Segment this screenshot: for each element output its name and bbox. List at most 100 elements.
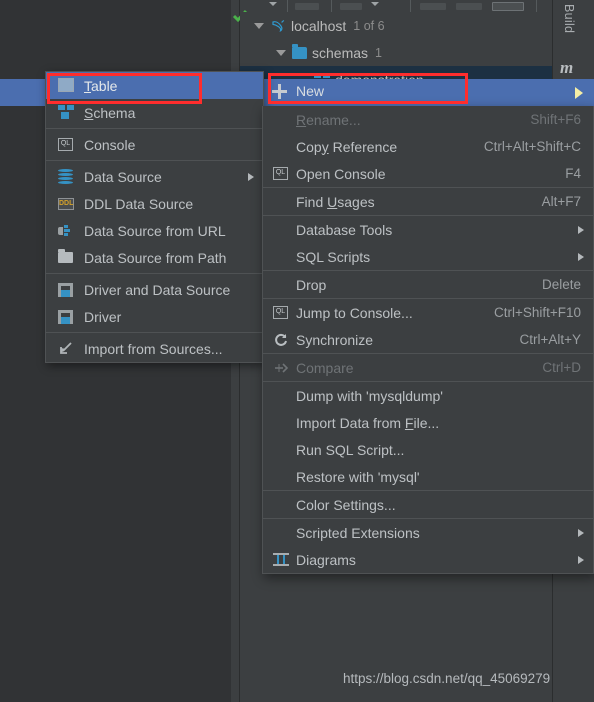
ddl-icon: DDL [58,195,75,212]
chevron-right-icon [248,173,254,181]
tree-row[interactable]: schemas 1 [240,39,552,66]
context-menu-item-restore-with-mysql[interactable]: Restore with 'mysql' [263,463,593,490]
submenu-item-import-from-sources[interactable]: Import from Sources... [46,335,263,362]
submenu-item-console[interactable]: QL Console [46,131,263,158]
submenu-item-label: Console [84,136,136,153]
context-menu-item-compare[interactable]: Compare Ctrl+D [263,354,593,381]
plug-icon [58,222,75,239]
submenu-item-driver-and-data-source[interactable]: Driver and Data Source [46,276,263,303]
no-icon-placeholder [273,441,290,458]
tool-window-badge: m [560,58,574,77]
context-menu-item-import-data-from-file[interactable]: Import Data from File... [263,409,593,436]
plus-icon [272,84,287,99]
submenu-item-label: Import from Sources... [84,340,223,357]
context-menu-item-label: Drop [296,276,327,293]
context-menu[interactable]: Rename... Shift+F6 Copy Reference Ctrl+A… [262,106,594,574]
context-menu-item-synchronize[interactable]: Synchronize Ctrl+Alt+Y [263,326,593,353]
toolbar-button-5[interactable] [492,2,524,11]
tool-window-build-label[interactable]: Build [558,4,576,33]
toolbar-button-2[interactable] [340,3,362,10]
context-menu-item-shortcut: Ctrl+Shift+F10 [493,305,581,320]
context-menu-item-shortcut: Delete [541,277,581,292]
toolbar-button-1[interactable] [295,3,319,10]
context-menu-item-shortcut: Ctrl+D [542,360,581,375]
chevron-right-icon [575,87,583,99]
context-menu-item-label: Import Data from File... [296,414,440,431]
submenu-item-label: Data Source [84,168,162,185]
context-menu-item-label: Dump with 'mysqldump' [296,387,443,404]
toolbar-separator-2 [331,0,332,12]
context-menu-item-open-console[interactable]: QL Open Console F4 [263,160,593,187]
toolbar-caret-icon-1[interactable] [269,2,277,6]
no-icon-placeholder [273,276,290,293]
console-icon: QL [273,165,290,182]
submenu-item-label: Schema [84,104,136,121]
context-menu-item-label: Find Usages [296,193,375,210]
toolbar-separator-3 [410,0,411,12]
context-menu-item-label: Scripted Extensions [296,524,420,541]
context-menu-item-shortcut: Shift+F6 [530,112,581,127]
context-menu-item-label: Rename... [296,111,361,128]
context-menu-item-find-usages[interactable]: Find Usages Alt+F7 [263,188,593,215]
context-menu-item-scripted-extensions[interactable]: Scripted Extensions [263,519,593,546]
submenu-separator [46,332,263,333]
submenu-item-driver[interactable]: Driver [46,303,263,330]
submenu-item-data-source-from-path[interactable]: Data Source from Path [46,244,263,271]
context-menu-item-shortcut: Ctrl+Alt+Shift+C [483,139,581,154]
submenu-item-table[interactable]: Table [46,72,263,99]
tree-row[interactable]: localhost 1 of 6 [240,12,552,39]
screen-root: localhost 1 of 6 schemas 1 demonstration… [0,0,594,702]
context-menu-item-diagrams[interactable]: Diagrams [263,546,593,573]
context-menu-item-run-sql-script[interactable]: Run SQL Script... [263,436,593,463]
context-menu-item-label: Diagrams [296,551,356,568]
submenu-item-label: Data Source from Path [84,249,227,266]
submenu-item-label: Driver [84,308,122,325]
submenu-item-label: Data Source from URL [84,222,226,239]
context-menu-item-label: Color Settings... [296,496,396,513]
context-menu-item-drop[interactable]: Drop Delete [263,271,593,298]
folder-icon [292,43,307,59]
chevron-right-icon [578,226,584,234]
toolbar-button-3[interactable] [420,3,446,10]
context-menu-item-label: Synchronize [296,331,374,348]
context-menu-item-label: Copy Reference [296,138,398,155]
submenu-separator [46,128,263,129]
context-menu-item-dump-with-mysqldump[interactable]: Dump with 'mysqldump' [263,382,593,409]
console-icon: QL [58,136,75,153]
diagram-icon [273,551,290,568]
tree-node-count: 1 [375,45,382,60]
no-icon-placeholder [273,496,290,513]
submenu-item-ddl-data-source[interactable]: DDL DDL Data Source [46,190,263,217]
toolbar-caret-icon-2[interactable] [371,2,379,6]
submenu-item-label: Driver and Data Source [84,281,231,298]
submenu-item-label: DDL Data Source [84,195,194,212]
compare-icon [273,359,290,376]
context-menu-item-label: Database Tools [296,221,393,238]
submenu-item-schema[interactable]: Schema [46,99,263,126]
tree-node-label: localhost [291,17,347,34]
database-tree[interactable]: localhost 1 of 6 schemas 1 demonstration [240,12,552,93]
context-menu-item-shortcut: F4 [565,166,581,181]
console-icon: QL [273,304,290,321]
context-menu-item-database-tools[interactable]: Database Tools [263,216,593,243]
submenu-item-data-source-from-url[interactable]: Data Source from URL [46,217,263,244]
context-menu-item-label: Compare [296,359,354,376]
context-menu-item-shortcut: Ctrl+Alt+Y [519,332,581,347]
context-menu-item-rename[interactable]: Rename... Shift+F6 [263,106,593,133]
no-icon-placeholder [273,387,290,404]
data-source-icon [58,168,75,185]
context-menu-item-color-settings[interactable]: Color Settings... [263,491,593,518]
driver-icon [58,308,75,325]
chevron-down-icon[interactable] [276,49,286,56]
context-menu-item-jump-to-console[interactable]: QL Jump to Console... Ctrl+Shift+F10 [263,299,593,326]
submenu-item-data-source[interactable]: Data Source [46,163,263,190]
driver-icon [58,281,75,298]
context-menu-item-sql-scripts[interactable]: SQL Scripts [263,243,593,270]
chevron-down-icon[interactable] [254,22,264,29]
toolbar-separator-4 [536,0,537,12]
no-icon-placeholder [273,524,290,541]
toolbar-separator-1 [287,0,288,12]
context-menu-item-copy-reference[interactable]: Copy Reference Ctrl+Alt+Shift+C [263,133,593,160]
new-submenu[interactable]: Table Schema QL Console Data Source DDL … [45,71,264,363]
toolbar-button-4[interactable] [456,3,482,10]
